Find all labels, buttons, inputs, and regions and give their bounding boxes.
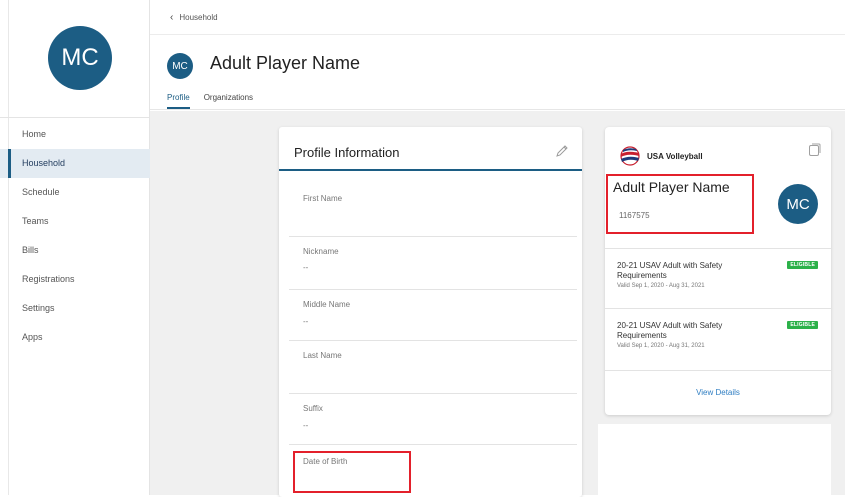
suffix-field: Suffix -- [289, 394, 577, 445]
first-name-field: First Name [289, 171, 577, 237]
membership-valid-dates: Valid Sep 1, 2020 - Aug 31, 2021 [617, 283, 705, 289]
field-label: Nickname [303, 247, 339, 256]
card-title: Profile Information [294, 145, 400, 160]
pencil-icon[interactable] [555, 144, 569, 158]
middle-name-field: Middle Name -- [289, 290, 577, 341]
back-link[interactable]: ‹ Household [170, 12, 218, 23]
last-name-field: Last Name [289, 341, 577, 394]
sidebar-item-apps[interactable]: Apps [0, 323, 150, 352]
field-value: -- [303, 421, 309, 430]
sidebar-item-household[interactable]: Household [0, 149, 150, 178]
divider [605, 308, 831, 309]
main-content: Profile Information First Name Nickname … [150, 111, 845, 497]
date-of-birth-highlight [293, 451, 411, 493]
divider [605, 248, 831, 249]
sidebar: MC Home Household Schedule Teams Bills R… [0, 0, 150, 495]
chevron-left-icon: ‹ [170, 12, 174, 23]
field-label: Middle Name [303, 300, 351, 309]
sidebar-nav: Home Household Schedule Teams Bills Regi… [0, 120, 150, 352]
field-label: First Name [303, 194, 343, 203]
empty-panel [598, 424, 831, 495]
org-name: USA Volleyball [647, 151, 703, 161]
copy-icon[interactable] [808, 143, 821, 157]
divider [605, 370, 831, 371]
user-avatar[interactable]: MC [48, 26, 112, 90]
profile-information-card: Profile Information First Name Nickname … [279, 127, 582, 497]
membership-item: 20-21 USAV Adult with Safety Requirement… [617, 321, 822, 349]
sidebar-item-registrations[interactable]: Registrations [0, 265, 150, 294]
header-divider [150, 34, 845, 35]
membership-title: 20-21 USAV Adult with Safety Requirement… [617, 261, 723, 280]
back-label: Household [179, 13, 218, 22]
badge-avatar: MC [778, 184, 818, 224]
field-label: Suffix [303, 404, 323, 413]
sidebar-item-settings[interactable]: Settings [0, 294, 150, 323]
tab-profile[interactable]: Profile [167, 93, 190, 109]
view-details-link[interactable]: View Details [605, 388, 831, 397]
field-value: -- [303, 317, 309, 326]
player-name-highlight [606, 174, 754, 234]
membership-valid-dates: Valid Sep 1, 2020 - Aug 31, 2021 [617, 343, 705, 349]
sidebar-item-bills[interactable]: Bills [0, 236, 150, 265]
membership-card: USA Volleyball Adult Player Name 1167575… [605, 127, 831, 415]
page-header: ‹ Household MC Adult Player Name Profile… [150, 0, 845, 110]
tab-organizations[interactable]: Organizations [204, 93, 253, 109]
org-header: USA Volleyball [619, 146, 703, 166]
eligible-badge: ELIGIBLE [787, 261, 818, 269]
sidebar-divider [0, 117, 150, 118]
sidebar-item-home[interactable]: Home [0, 120, 150, 149]
eligible-badge: ELIGIBLE [787, 321, 818, 329]
nickname-field: Nickname -- [289, 237, 577, 290]
field-label: Last Name [303, 351, 342, 360]
player-avatar: MC [167, 53, 193, 79]
sidebar-item-schedule[interactable]: Schedule [0, 178, 150, 207]
membership-title: 20-21 USAV Adult with Safety Requirement… [617, 321, 723, 340]
page-title: Adult Player Name [210, 53, 361, 73]
sidebar-item-teams[interactable]: Teams [0, 207, 150, 236]
field-value: -- [303, 263, 309, 272]
tab-bar: Profile Organizations [167, 93, 253, 109]
usa-volleyball-logo-icon [620, 146, 640, 166]
membership-item: 20-21 USAV Adult with Safety Requirement… [617, 261, 822, 289]
